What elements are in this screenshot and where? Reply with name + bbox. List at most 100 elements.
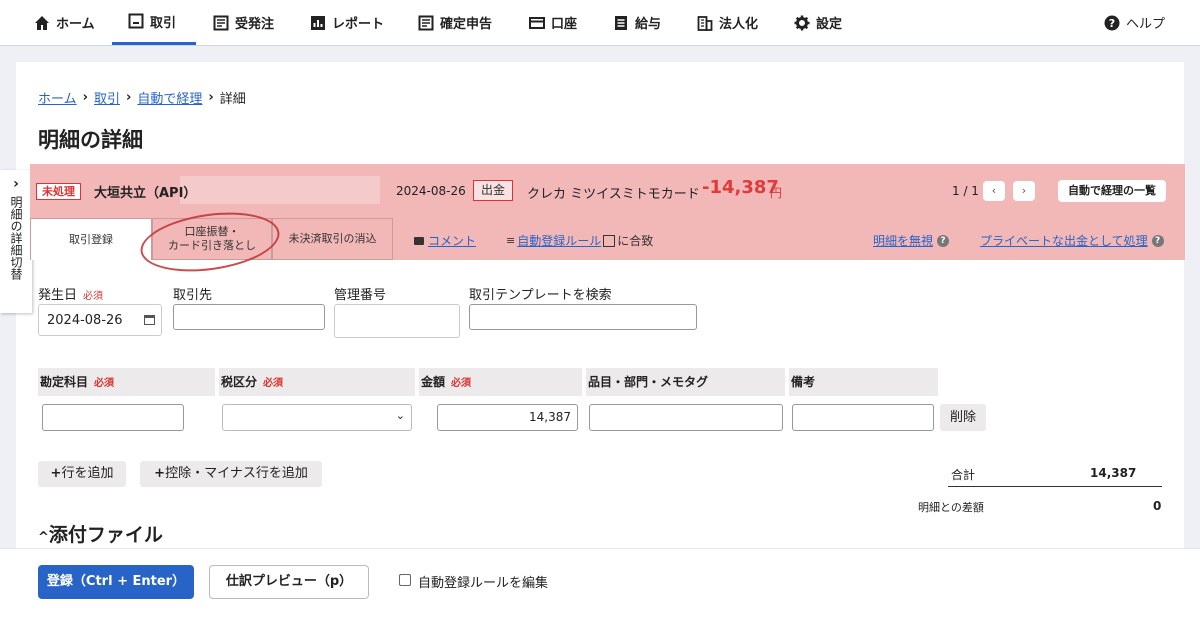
diff-value: 0 [1153,499,1162,513]
add-row-button[interactable]: +行を追加 [38,461,126,487]
breadcrumb-auto[interactable]: 自動で経理 [137,88,202,107]
redacted-area [180,176,380,204]
document-icon [213,15,229,30]
plus-icon: + [154,466,166,481]
tab-clear-label: 未決済取引の消込 [288,232,377,245]
comment-icon [414,236,424,245]
total-label: 合計 [951,468,976,482]
required-mark: 必須 [263,378,284,389]
comment-link[interactable]: コメント [414,232,476,249]
tax-select[interactable]: ⌄ [222,404,412,431]
home-icon [35,15,49,30]
tab-clear[interactable]: 未決済取引の消込 [272,218,393,260]
transaction-amount: -14,387 [702,177,779,198]
delete-row-button[interactable]: 削除 [940,404,986,431]
next-button[interactable]: › [1013,181,1035,201]
col-amount-label: 金額 [421,375,446,389]
pager-text: 1 / 1 [952,184,979,198]
detail-toggle-label: 明細の詳細切替 [9,196,23,280]
ignore-link[interactable]: 明細を無視 ? [873,232,950,249]
amount-value: 14,387 [529,410,571,424]
detail-toggle-tab[interactable]: › 明細の詳細切替 [0,170,32,313]
partner-input[interactable] [173,304,325,330]
card-name: クレカ ミツイスミトモカード [527,187,700,202]
chevron-down-icon: ⌄ [395,409,405,422]
currency-unit: 円 [770,186,783,200]
auto-rule-link[interactable]: ≡ 自動登録ルール に合致 [506,232,653,249]
total-divider [948,486,1162,487]
nav-torihiki-label: 取引 [150,15,177,31]
breadcrumb-separator: › [82,90,88,105]
auto-list-button[interactable]: 自動で経理の一覧 [1058,180,1166,202]
nav-home-label: ホーム [56,17,95,32]
col-account-label: 勘定科目 [40,375,89,389]
nav-home[interactable]: ホーム [34,0,95,45]
building-icon [697,15,713,31]
col-tags-label: 品目・部門・メモタグ [588,375,709,389]
col-tax: 税区分 必須 [219,368,415,396]
nav-hojinka[interactable]: 法人化 [697,0,758,45]
nav-juhatchu[interactable]: 受発注 [213,0,274,45]
tags-input[interactable] [589,404,783,431]
chevron-right-icon: › [13,176,19,192]
diff-label: 明細との差額 [918,501,984,514]
nav-koza[interactable]: 口座 [529,0,577,45]
credit-card-icon [529,16,545,29]
status-badge: 未処理 [36,183,81,200]
preview-button[interactable]: 仕訳プレビュー（p） [209,565,369,599]
tab-register[interactable]: 取引登録 [30,218,152,260]
gear-icon [794,15,810,30]
date-field[interactable]: 2024-08-26 [38,304,162,336]
template-search-input[interactable] [469,304,697,330]
date-label-text: 発生日 [38,288,78,303]
page-title: 明細の詳細 [38,128,143,152]
nav-report[interactable]: レポート [310,0,384,45]
nav-kyuyo-label: 給与 [635,17,662,32]
nav-torihiki[interactable]: 取引 [112,0,196,45]
breadcrumb-separator: › [126,90,132,105]
account-input[interactable] [42,404,184,431]
nav-kakutei[interactable]: 確定申告 [418,0,492,45]
submit-button[interactable]: 登録（Ctrl + Enter） [38,565,194,599]
breadcrumb-torihiki[interactable]: 取引 [94,88,120,107]
help-icon: ? [937,234,950,247]
private-link[interactable]: プライベートな出金として処理 ? [980,232,1164,249]
partner-label: 取引先 [173,288,213,303]
tab-register-label: 取引登録 [69,232,113,246]
edit-rule-checkbox[interactable] [399,574,411,586]
chevron-up-icon: ^ [38,530,49,545]
mgmt-label: 管理番号 [334,288,387,303]
bar-chart-icon [311,15,325,30]
nav-hojinka-label: 法人化 [719,17,759,32]
add-minus-label: 控除・マイナス行を追加 [165,466,308,481]
nav-help[interactable]: ? ヘルプ [1104,0,1165,45]
torihiki-icon [128,13,144,29]
calendar-icon [144,315,155,325]
total-value: 14,387 [1090,466,1137,480]
attachments-section[interactable]: ^添付ファイル [38,520,163,547]
account-name: 大垣共立（API） [94,186,197,201]
nav-koza-label: 口座 [551,17,578,32]
breadcrumb-current: 詳細 [219,92,246,107]
edit-rule-label: 自動登録ルールを編集 [418,576,549,591]
ignore-label: 明細を無視 [873,234,934,248]
nav-report-label: レポート [332,17,385,32]
breadcrumb-home[interactable]: ホーム [38,88,77,107]
svg-text:?: ? [1109,17,1115,30]
prev-button[interactable]: ‹ [983,181,1005,201]
col-note-label: 備考 [791,375,816,389]
auto-rule-label: 自動登録ルール [517,234,602,248]
help-icon: ? [1104,15,1120,30]
col-tax-label: 税区分 [221,375,258,389]
external-link-icon [603,234,616,247]
nav-juhatchu-label: 受発注 [235,17,275,32]
note-input[interactable] [792,404,934,431]
private-label: プライベートな出金として処理 [980,234,1148,248]
mgmt-input[interactable] [334,304,460,338]
nav-kyuyo[interactable]: 給与 [613,0,661,45]
amount-input[interactable]: 14,387 [437,404,578,431]
add-minus-row-button[interactable]: +控除・マイナス行を追加 [140,461,322,487]
nav-kakutei-label: 確定申告 [440,17,493,32]
date-value: 2024-08-26 [47,313,123,328]
nav-settei[interactable]: 設定 [794,0,842,45]
